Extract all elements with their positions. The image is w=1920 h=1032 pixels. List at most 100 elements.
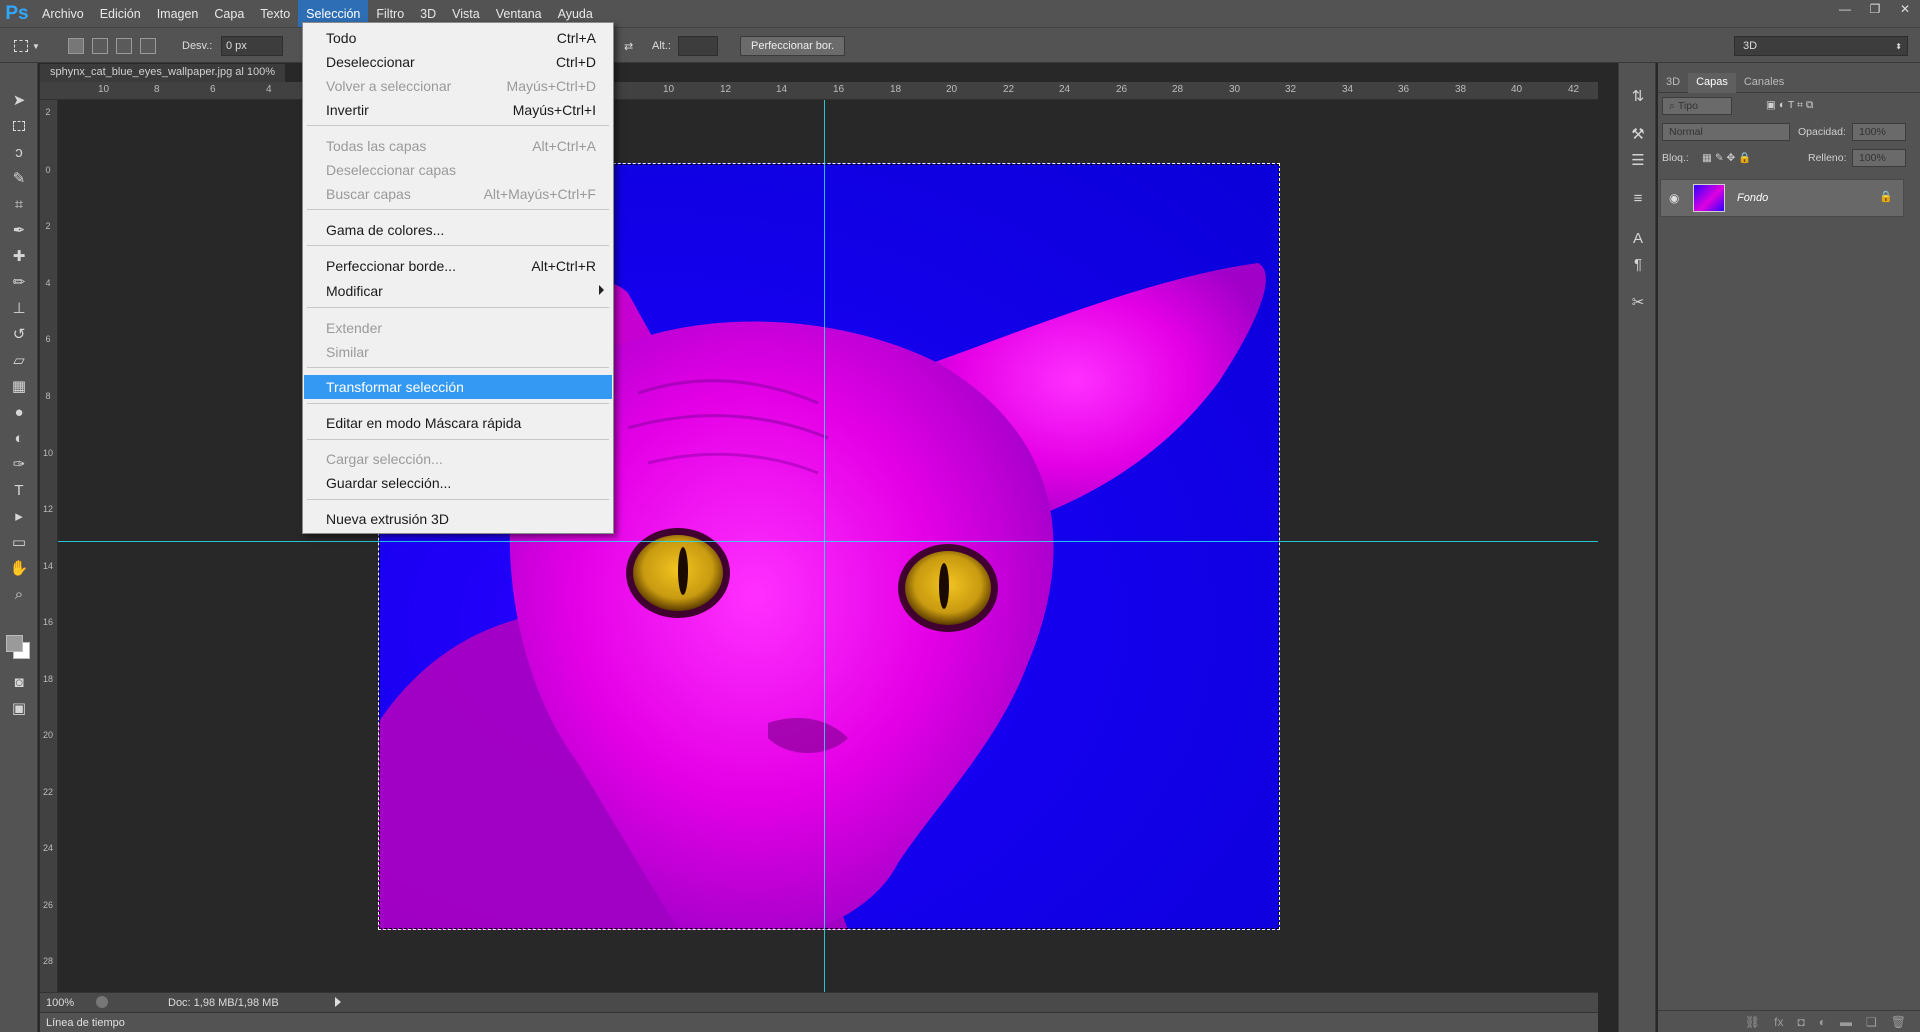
feather-input[interactable]: 0 px: [221, 36, 283, 56]
history-panel-icon[interactable]: ⇅: [1627, 85, 1649, 107]
close-icon[interactable]: ✕: [1890, 0, 1920, 18]
clone-stamp-tool-icon[interactable]: ⊥: [7, 297, 31, 319]
menu-item-extender[interactable]: Extender: [304, 316, 612, 340]
selection-mode-group: [68, 36, 164, 56]
zoom-tool-icon[interactable]: ⌕: [7, 583, 31, 605]
opacity-label: Opacidad:: [1798, 126, 1846, 138]
eye-visibility-icon[interactable]: ◉: [1669, 191, 1679, 205]
zoom-level[interactable]: 100%: [46, 997, 74, 1009]
trash-icon[interactable]: 🗑: [1891, 1015, 1906, 1029]
add-selection-icon[interactable]: [92, 38, 108, 54]
document-tab[interactable]: sphynx_cat_blue_eyes_wallpaper.jpg al 10…: [40, 64, 286, 82]
actions-panel-icon[interactable]: ⚒: [1627, 123, 1649, 145]
play-arrow-icon[interactable]: [335, 997, 341, 1007]
restore-icon[interactable]: ❐: [1860, 0, 1890, 18]
document-canvas[interactable]: [58, 100, 1598, 992]
add-mask-icon[interactable]: ◘: [1798, 1015, 1805, 1029]
marquee-tool-preset[interactable]: ▼: [14, 36, 40, 56]
history-brush-tool-icon[interactable]: ↺: [7, 323, 31, 345]
crop-tool-icon[interactable]: ⌗: [7, 193, 31, 215]
menu-archivo[interactable]: Archivo: [34, 0, 92, 27]
intersect-selection-icon[interactable]: [140, 38, 156, 54]
brush-tool-icon[interactable]: ✏: [7, 271, 31, 293]
menu-item-editar-mascara-rapida[interactable]: Editar en modo Máscara rápida: [304, 411, 612, 435]
height-input[interactable]: [678, 36, 718, 56]
marquee-tool-icon[interactable]: [7, 115, 31, 137]
menu-item-deseleccionar[interactable]: Deseleccionar Ctrl+D: [304, 50, 612, 74]
eraser-tool-icon[interactable]: ▱: [7, 349, 31, 371]
menu-item-modificar[interactable]: Modificar: [304, 279, 612, 303]
menu-imagen[interactable]: Imagen: [149, 0, 207, 27]
layer-filter-select[interactable]: ⌕ Tipo: [1662, 97, 1732, 115]
eyedropper-tool-icon[interactable]: ✒: [7, 219, 31, 241]
ruler-tick: 42: [1568, 84, 1580, 95]
new-selection-icon[interactable]: [68, 38, 84, 54]
paragraph-panel-icon[interactable]: ¶: [1627, 253, 1649, 275]
dodge-tool-icon[interactable]: ◐: [7, 427, 31, 449]
adjustment-layer-icon[interactable]: ◐: [1819, 1015, 1826, 1029]
menu-item-nueva-extrusion-3d[interactable]: Nueva extrusión 3D: [304, 507, 612, 531]
link-layers-icon[interactable]: ⛓: [1745, 1015, 1760, 1029]
workspace-select[interactable]: 3D ⬍: [1734, 36, 1908, 56]
screen-mode-icon[interactable]: ▣: [7, 697, 31, 719]
vertical-guide[interactable]: [824, 100, 825, 992]
lasso-tool-icon[interactable]: ↄ: [7, 141, 31, 163]
menu-item-volver-a-seleccionar[interactable]: Volver a seleccionar Mayús+Ctrl+D: [304, 74, 612, 98]
subtract-selection-icon[interactable]: [116, 38, 132, 54]
menu-item-similar[interactable]: Similar: [304, 340, 612, 364]
menu-separator: [307, 307, 609, 308]
tab-3d[interactable]: 3D: [1658, 73, 1688, 93]
horizontal-guide[interactable]: [58, 541, 1598, 542]
pen-tool-icon[interactable]: ✑: [7, 453, 31, 475]
menu-separator: [307, 125, 609, 126]
menu-item-perfeccionar-borde[interactable]: Perfeccionar borde... Alt+Ctrl+R: [304, 254, 612, 278]
menu-capa[interactable]: Capa: [206, 0, 252, 27]
foreground-color-swatch[interactable]: [6, 635, 23, 652]
move-tool-icon[interactable]: ➤: [7, 89, 31, 111]
menu-item-transformar-seleccion[interactable]: Transformar selección: [304, 375, 612, 399]
properties-panel-icon[interactable]: ≡: [1627, 187, 1649, 209]
new-layer-icon[interactable]: ❏: [1866, 1015, 1877, 1029]
gradient-tool-icon[interactable]: ▦: [7, 375, 31, 397]
quick-selection-tool-icon[interactable]: ✎: [7, 167, 31, 189]
ruler-tick: 10: [663, 84, 675, 95]
menu-item-todo[interactable]: Todo Ctrl+A: [304, 26, 612, 50]
menu-item-cargar-seleccion[interactable]: Cargar selección...: [304, 447, 612, 471]
menu-edicion[interactable]: Edición: [92, 0, 149, 27]
layer-name[interactable]: Fondo: [1737, 192, 1768, 204]
quick-mask-icon[interactable]: ◙: [7, 671, 31, 693]
healing-brush-tool-icon[interactable]: ✚: [7, 245, 31, 267]
menu-texto[interactable]: Texto: [252, 0, 298, 27]
minimize-icon[interactable]: —: [1830, 0, 1860, 18]
lock-label: Bloq.:: [1662, 152, 1689, 164]
type-tool-icon[interactable]: T: [7, 479, 31, 501]
filter-icons[interactable]: ▣ ◐ T ⌗ ⧉: [1766, 99, 1813, 112]
tab-canales[interactable]: Canales: [1736, 73, 1792, 93]
menu-item-invertir[interactable]: Invertir Mayús+Ctrl+I: [304, 98, 612, 122]
rectangle-tool-icon[interactable]: ▭: [7, 531, 31, 553]
character-panel-icon[interactable]: A: [1627, 227, 1649, 249]
menu-item-todas-las-capas[interactable]: Todas las capas Alt+Ctrl+A: [304, 134, 612, 158]
timeline-tab[interactable]: Línea de tiempo: [46, 1017, 125, 1029]
layer-row-fondo[interactable]: ◉ Fondo 🔒: [1660, 179, 1904, 217]
hand-tool-icon[interactable]: ✋: [7, 557, 31, 579]
path-selection-tool-icon[interactable]: ▸: [7, 505, 31, 527]
lock-icons[interactable]: ▦ ✎ ✥ 🔒: [1702, 151, 1751, 164]
adjustments-panel-icon[interactable]: ☰: [1627, 149, 1649, 171]
menu-item-guardar-seleccion[interactable]: Guardar selección...: [304, 471, 612, 495]
doc-info-icon[interactable]: [96, 996, 108, 1008]
menu-item-gama-de-colores[interactable]: Gama de colores...: [304, 218, 612, 242]
new-group-icon[interactable]: ▬: [1840, 1015, 1852, 1029]
fill-input[interactable]: 100%: [1852, 149, 1906, 167]
blend-mode-select[interactable]: Normal: [1662, 123, 1790, 141]
menu-item-deseleccionar-capas[interactable]: Deseleccionar capas: [304, 158, 612, 182]
opacity-input[interactable]: 100%: [1852, 123, 1906, 141]
tool-presets-panel-icon[interactable]: ✂: [1627, 291, 1649, 313]
ruler-tick: 8: [154, 84, 160, 95]
refine-edge-button[interactable]: Perfeccionar bor.: [740, 36, 846, 56]
menu-item-buscar-capas[interactable]: Buscar capas Alt+Mayús+Ctrl+F: [304, 182, 612, 206]
layer-style-icon[interactable]: fx: [1774, 1015, 1783, 1029]
tab-capas[interactable]: Capas: [1688, 73, 1736, 93]
blur-tool-icon[interactable]: ●: [7, 401, 31, 423]
swap-icon[interactable]: ⇄: [624, 36, 633, 56]
